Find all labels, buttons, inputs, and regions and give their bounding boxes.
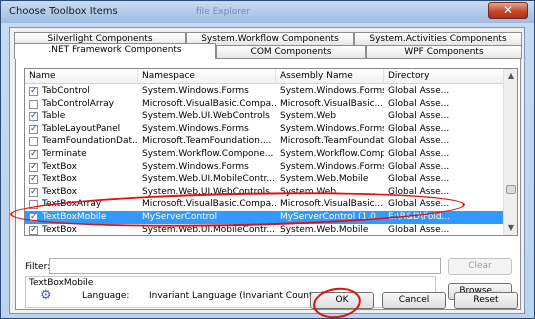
row-checkbox[interactable]: ✓ — [29, 161, 38, 172]
cell-directory: Global Asse... — [388, 123, 450, 134]
row-checkbox[interactable]: ✓ — [29, 174, 38, 185]
dialog-window: Choose Toolbox Items file Explorer ✕ Sil… — [0, 0, 535, 319]
cell-directory: Global Asse... — [388, 148, 450, 159]
cell-directory: Global Asse... — [388, 98, 450, 109]
cell-assembly: System.Workflow.Compo... — [280, 148, 384, 159]
cell-directory: Global Asse... — [388, 86, 450, 96]
column-header-directory[interactable]: Directory — [384, 69, 504, 84]
tab-panel: Name Namespace Assembly Name Directory ✓… — [15, 58, 521, 310]
cell-name: TabControl — [42, 86, 90, 96]
selected-item-name: TextBoxMobile — [29, 278, 94, 288]
cell-namespace: System.Windows.Forms — [142, 123, 249, 134]
row-checkbox[interactable]: ✓ — [29, 123, 38, 134]
cell-assembly: System.Windows.Forms — [280, 161, 384, 172]
filter-input[interactable] — [49, 258, 441, 274]
clear-button[interactable]: Clear — [448, 258, 512, 275]
checkmark-icon: ✓ — [30, 123, 38, 134]
cell-directory: Global Asse... — [388, 224, 450, 235]
cell-name: TextBox — [42, 186, 77, 197]
cell-name: TextBox — [42, 174, 77, 185]
cell-name: TextBox — [42, 161, 77, 172]
language-label: Language: — [82, 291, 130, 301]
table-row[interactable]: TeamFoundationDat... Microsoft.TeamFounda… — [25, 135, 505, 148]
title-bar[interactable]: Choose Toolbox Items file Explorer ✕ — [1, 1, 534, 23]
cell-assembly: Microsoft.TeamFoundati... — [280, 136, 384, 147]
column-header-assembly-name[interactable]: Assembly Name — [276, 69, 384, 84]
table-row[interactable]: ✓ Terminate System.Workflow.Compone... Syst… — [25, 148, 505, 161]
language-value: Invariant Language (Invariant Country) — [149, 291, 326, 301]
cell-name: TableLayoutPanel — [42, 123, 121, 134]
checkmark-icon: ✓ — [30, 148, 38, 159]
tab-system-activities-components[interactable]: System.Activities Components — [354, 32, 522, 46]
cell-namespace: System.Web.UI.MobileContr... — [142, 174, 276, 185]
background-window-title: file Explorer — [196, 7, 251, 17]
cell-name: TabControlArray — [42, 98, 115, 109]
row-checkbox[interactable]: ✓ — [29, 148, 38, 159]
row-checkbox[interactable]: ✓ — [29, 111, 38, 122]
cell-assembly: System.Windows.Forms — [280, 123, 384, 134]
row-checkbox[interactable] — [29, 137, 38, 147]
checkmark-icon: ✓ — [30, 224, 38, 235]
list-vertical-scrollbar[interactable]: ▲ ▼ — [503, 69, 517, 235]
cell-directory: Global Asse... — [388, 111, 450, 122]
filter-label: Filter: — [25, 262, 51, 272]
cell-name: Terminate — [42, 148, 87, 159]
selected-item-info: TextBoxMobile ⚙ Language: Invariant Lang… — [25, 276, 436, 308]
list-header: Name Namespace Assembly Name Directory — [25, 69, 517, 84]
cell-name: Table — [42, 111, 66, 122]
scroll-thumb[interactable] — [506, 185, 516, 194]
row-checkbox[interactable]: ✓ — [29, 86, 38, 96]
table-row[interactable]: ✓ TextBox System.Web.UI.MobileContr... Syst… — [25, 173, 505, 186]
table-row[interactable]: TabControlArray Microsoft.VisualBasic.Com… — [25, 98, 505, 111]
table-row[interactable]: ✓ TabControl System.Windows.Forms System.Wi… — [25, 85, 505, 98]
cell-directory: Global Asse... — [388, 136, 450, 147]
tab-wpf-components[interactable]: WPF Components — [366, 45, 522, 59]
cell-namespace: System.Workflow.Compone... — [142, 148, 274, 159]
table-row[interactable]: ✓ TableLayoutPanel System.Windows.Forms Sys… — [25, 123, 505, 136]
cell-name: TeamFoundationDat... — [42, 136, 138, 147]
row-checkbox[interactable] — [29, 99, 38, 109]
checkmark-icon: ✓ — [30, 186, 38, 197]
scroll-up-icon[interactable]: ▲ — [504, 69, 517, 83]
tab-net-framework-components[interactable]: .NET Framework Components — [14, 43, 216, 59]
checkmark-icon: ✓ — [30, 174, 38, 185]
table-row[interactable]: ✓ Table System.Web.UI.WebControls System.We… — [25, 110, 505, 123]
cell-namespace: System.Windows.Forms — [142, 161, 249, 172]
cell-assembly: Microsoft.VisualBasic... — [280, 98, 384, 109]
cell-assembly: System.Web — [280, 111, 337, 122]
reset-button[interactable]: Reset — [454, 292, 518, 309]
cell-assembly: System.Web.Mobile — [280, 174, 369, 185]
cell-namespace: Microsoft.TeamFoundation.... — [142, 136, 272, 147]
cell-assembly: System.Windows.Forms — [280, 86, 384, 96]
scroll-down-icon[interactable]: ▼ — [504, 221, 517, 235]
row-checkbox[interactable]: ✓ — [29, 186, 38, 197]
checkmark-icon: ✓ — [30, 86, 38, 96]
cancel-button[interactable]: Cancel — [382, 292, 446, 309]
cell-assembly: System.Web.Mobile — [280, 224, 369, 235]
tab-com-components[interactable]: COM Components — [216, 45, 366, 59]
table-row[interactable]: ✓ TextBox System.Windows.Forms System.Windo… — [25, 161, 505, 174]
cell-namespace: System.Windows.Forms — [142, 86, 249, 96]
checkmark-icon: ✓ — [30, 111, 38, 122]
dialog-client-area: Silverlight Components System.Workflow C… — [9, 27, 525, 314]
cell-namespace: Microsoft.VisualBasic.Compa... — [142, 98, 276, 109]
row-checkbox[interactable]: ✓ — [29, 224, 38, 235]
column-header-namespace[interactable]: Namespace — [138, 69, 276, 84]
column-header-name[interactable]: Name — [25, 69, 138, 84]
cell-directory: Global Asse... — [388, 161, 450, 172]
cell-namespace: System.Web.UI.WebControls — [142, 111, 270, 122]
close-button[interactable]: ✕ — [488, 2, 528, 19]
gear-icon: ⚙ — [40, 288, 52, 303]
cell-directory: Global Asse... — [388, 174, 450, 185]
window-title: Choose Toolbox Items — [9, 6, 118, 17]
checkmark-icon: ✓ — [30, 161, 38, 172]
